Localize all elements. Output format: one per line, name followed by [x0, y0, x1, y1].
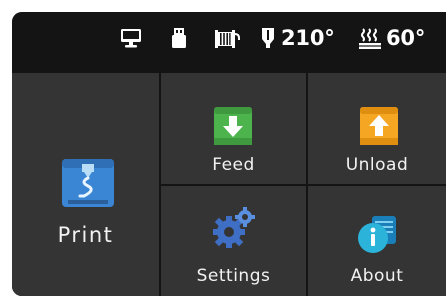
nozzle-icon [262, 28, 274, 48]
status-bar: 210° 60° [12, 12, 446, 72]
settings-label: Settings [196, 266, 271, 286]
info-icon [358, 216, 396, 253]
settings-button[interactable]: Settings [161, 186, 306, 296]
filament-spool-icon [215, 30, 240, 48]
feed-button[interactable]: Feed [161, 73, 306, 184]
heated-bed-icon [359, 28, 381, 49]
usb-drive-icon [172, 28, 186, 48]
settings-gear-icon [213, 207, 255, 248]
print-label: Print [57, 223, 114, 247]
unload-icon [360, 107, 398, 145]
bed-temperature: 60° [386, 26, 426, 50]
main-menu-grid: Print Feed Unload Settings About [12, 73, 446, 296]
feed-label: Feed [212, 155, 255, 175]
print-icon [62, 159, 114, 207]
print-button[interactable]: Print [12, 73, 159, 296]
nozzle-temperature: 210° [281, 26, 335, 50]
unload-label: Unload [345, 155, 409, 175]
feed-icon [214, 107, 252, 145]
about-label: About [350, 266, 404, 286]
about-button[interactable]: About [308, 186, 446, 296]
unload-button[interactable]: Unload [308, 73, 446, 184]
printer-screen: 210° 60° Print Feed Unload Settings Abou… [12, 12, 446, 296]
monitor-icon [121, 29, 141, 48]
